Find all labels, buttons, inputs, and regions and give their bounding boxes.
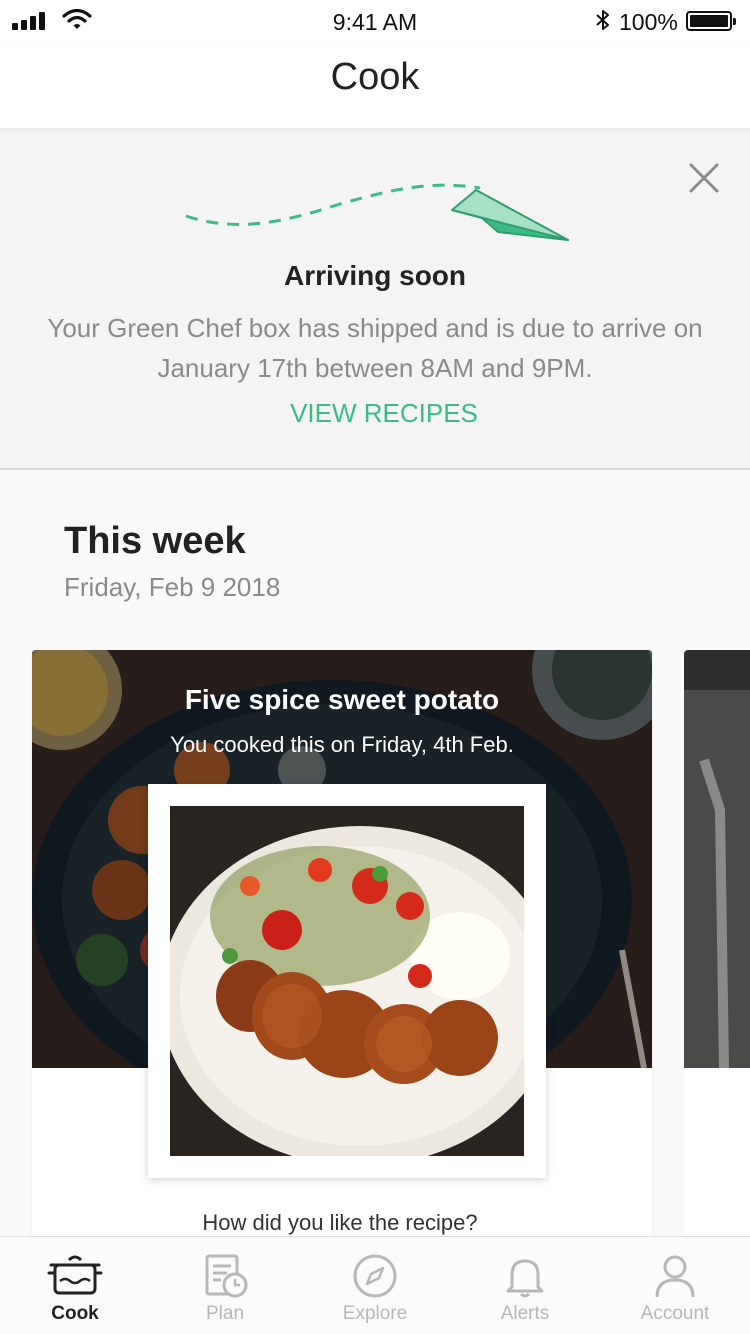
tab-account[interactable]: Account	[600, 1237, 750, 1334]
calendar-clock-icon	[205, 1254, 248, 1298]
tab-label: Account	[640, 1303, 710, 1324]
recipe-photo	[170, 806, 524, 1156]
paper-plane-icon	[185, 183, 569, 241]
pot-icon	[47, 1255, 103, 1295]
banner-message: Your Green Chef box has shipped and is d…	[47, 313, 703, 383]
compass-icon	[353, 1254, 397, 1298]
next-recipe-card[interactable]	[684, 650, 750, 1270]
banner-title: Arriving soon	[283, 260, 466, 291]
section-date: Friday, Feb 9 2018	[64, 572, 281, 602]
tab-label: Alerts	[500, 1303, 550, 1324]
bluetooth-icon	[596, 10, 609, 30]
battery-percentage: 100%	[619, 9, 678, 35]
view-recipes-link[interactable]: VIEW RECIPES	[0, 398, 750, 429]
navigation-bar: Cook	[0, 44, 750, 128]
tab-explore[interactable]: Explore	[300, 1237, 450, 1334]
tab-cook[interactable]: Cook	[0, 1237, 150, 1334]
recipe-title: Five spice sweet potato	[184, 684, 500, 715]
battery-icon	[686, 11, 736, 31]
recipe-rating-question: How did you like the recipe?	[202, 1210, 478, 1235]
tab-bar: Cook Plan Explore Alerts Account	[0, 1236, 750, 1334]
close-banner-button[interactable]	[686, 160, 722, 196]
tab-label: Cook	[51, 1303, 99, 1324]
recipe-cooked-date: You cooked this on Friday, 4th Feb.	[170, 732, 514, 757]
status-bar: 9:41 AM 100%	[0, 0, 750, 44]
tab-label: Explore	[342, 1303, 408, 1324]
tab-label: Plan	[205, 1303, 245, 1324]
section-title: This week	[64, 520, 246, 562]
page-title: Cook	[330, 56, 420, 98]
bell-icon	[506, 1259, 544, 1298]
recipe-photo-frame	[148, 784, 546, 1178]
tab-alerts[interactable]: Alerts	[450, 1237, 600, 1334]
person-icon	[655, 1255, 695, 1298]
tab-plan[interactable]: Plan	[150, 1237, 300, 1334]
recipe-card[interactable]: Five spice sweet potato You cooked this …	[32, 650, 652, 1270]
